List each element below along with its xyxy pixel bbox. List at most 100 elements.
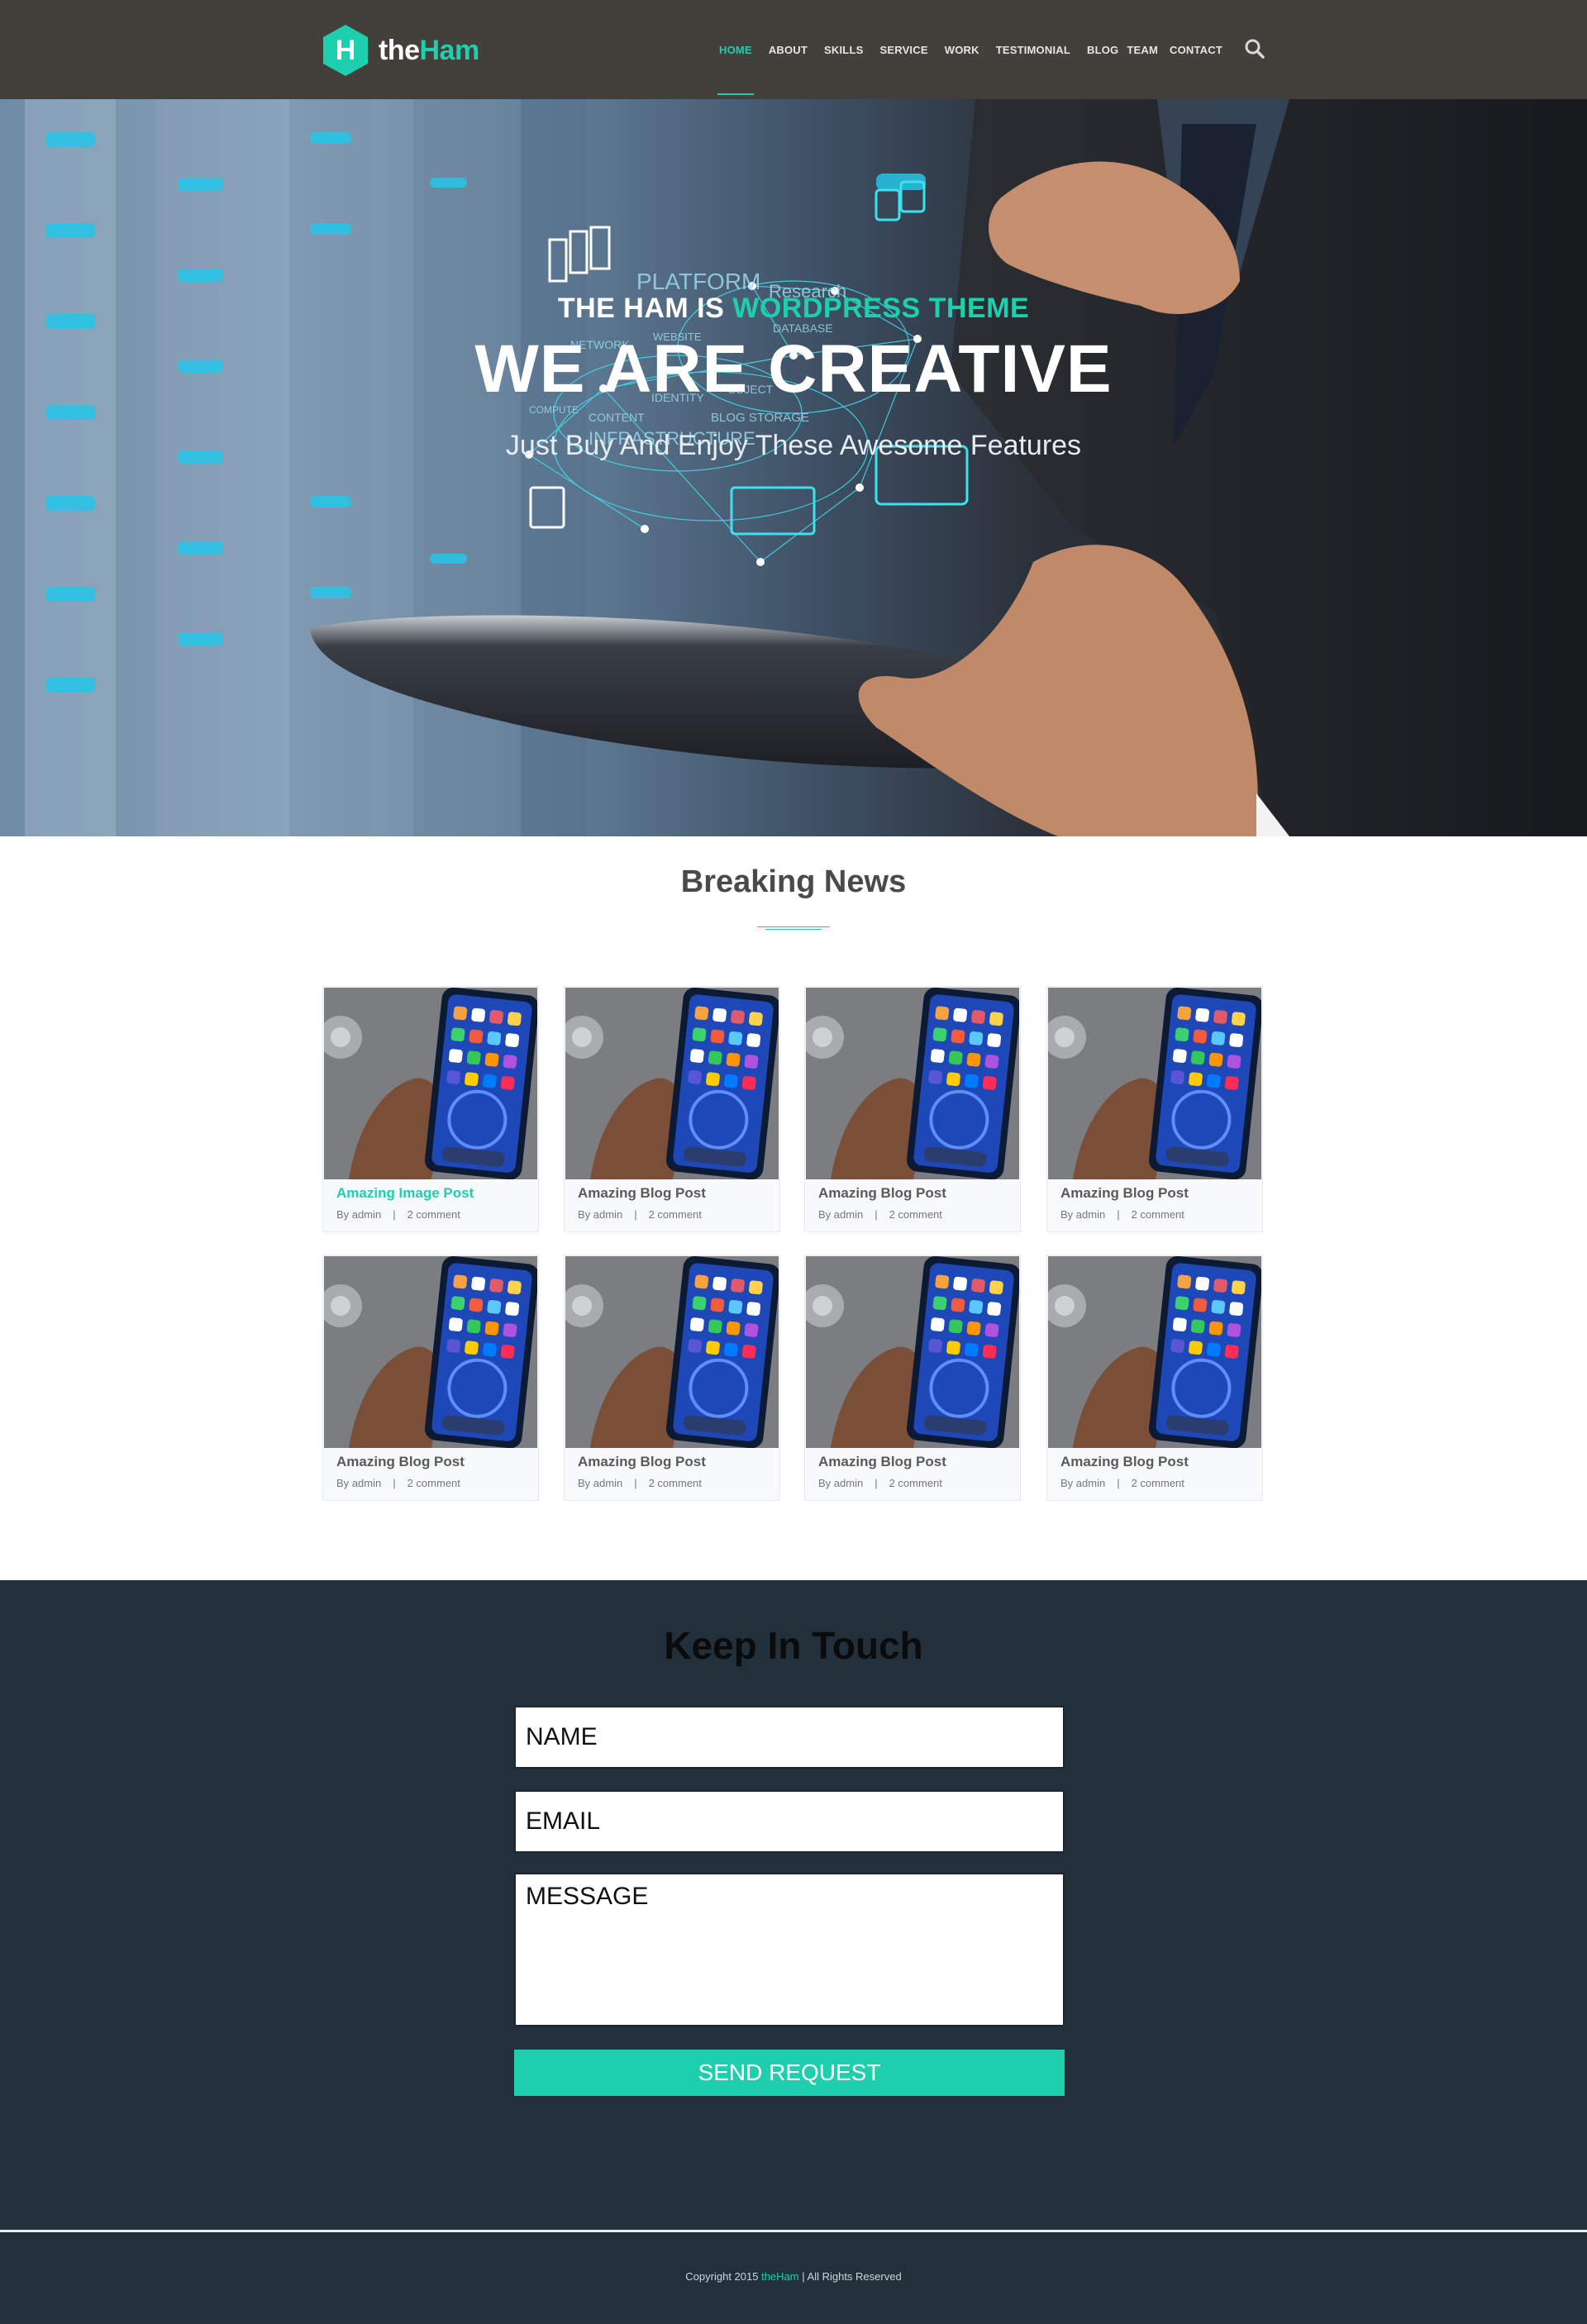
post-title[interactable]: Amazing Blog Post <box>578 1454 706 1470</box>
post-title[interactable]: Amazing Blog Post <box>1060 1454 1189 1470</box>
hero-subtitle: Just Buy And Enjoy These Awesome Feature… <box>505 430 1082 461</box>
post-author[interactable]: By admin <box>578 1477 622 1489</box>
meta-separator: | <box>393 1208 396 1221</box>
post-author[interactable]: By admin <box>818 1208 863 1221</box>
post-comments-link[interactable]: 2 comment <box>649 1477 702 1489</box>
meta-separator: | <box>875 1208 878 1221</box>
post-title[interactable]: Amazing Blog Post <box>1060 1185 1189 1202</box>
post-thumbnail-image <box>1048 1256 1261 1448</box>
hero-banner: PLATFORM Research NETWORK WEBSITE DATABA… <box>0 99 1587 836</box>
meta-separator: | <box>634 1208 637 1221</box>
post-thumbnail-image <box>565 1256 779 1448</box>
post-thumbnail[interactable] <box>806 1256 1019 1448</box>
post-thumbnail[interactable] <box>565 1256 779 1448</box>
message-field[interactable] <box>514 1873 1065 2026</box>
contact-title: Keep In Touch <box>664 1624 923 1667</box>
post-author[interactable]: By admin <box>1060 1208 1105 1221</box>
meta-separator: | <box>634 1477 637 1489</box>
main-nav: HOME ABOUT SKILLS SERVICE WORK TESTIMONI… <box>717 0 1239 99</box>
logo-text-prefix: the <box>379 34 420 66</box>
post-comments-link[interactable]: 2 comment <box>649 1208 702 1221</box>
post-comments-link[interactable]: 2 comment <box>1132 1477 1184 1489</box>
logo-hexagon-icon: H <box>323 25 368 76</box>
post-title[interactable]: Amazing Blog Post <box>578 1185 706 1202</box>
post-thumbnail[interactable] <box>806 988 1019 1179</box>
post-thumbnail-image <box>324 1256 537 1448</box>
post-comments-link[interactable]: 2 comment <box>889 1208 942 1221</box>
post-thumbnail[interactable] <box>1048 1256 1261 1448</box>
post-author[interactable]: By admin <box>336 1208 381 1221</box>
copyright-prefix: Copyright 2015 <box>685 2270 759 2283</box>
news-card[interactable]: Amazing Blog Post By admin | 2 comment <box>564 986 780 1232</box>
news-card[interactable]: Amazing Blog Post By admin | 2 comment <box>322 1255 539 1501</box>
send-request-button[interactable]: SEND REQUEST <box>514 2050 1065 2096</box>
post-meta: By admin | 2 comment <box>818 1208 942 1221</box>
news-card[interactable]: Amazing Blog Post By admin | 2 comment <box>804 1255 1021 1501</box>
news-card[interactable]: Amazing Blog Post By admin | 2 comment <box>1046 986 1263 1232</box>
post-title[interactable]: Amazing Blog Post <box>818 1185 946 1202</box>
post-title[interactable]: Amazing Blog Post <box>336 1454 465 1470</box>
site-header: H theHam HOME ABOUT SKILLS SERVICE WORK … <box>0 0 1587 99</box>
post-thumbnail-image <box>565 988 779 1179</box>
post-thumbnail[interactable] <box>1048 988 1261 1179</box>
post-comments-link[interactable]: 2 comment <box>407 1208 460 1221</box>
graphic-word: CONTENT <box>589 411 645 424</box>
hero-background-image: PLATFORM Research NETWORK WEBSITE DATABA… <box>25 99 1587 836</box>
footer-brand-link[interactable]: theHam <box>761 2270 799 2283</box>
hero-eyebrow: THE HAM IS WORDPRESS THEME <box>0 293 1587 325</box>
logo-letter: H <box>336 35 356 66</box>
nav-item-blog[interactable]: BLOG <box>1087 44 1118 56</box>
post-author[interactable]: By admin <box>818 1477 863 1489</box>
post-meta: By admin | 2 comment <box>336 1208 460 1221</box>
graphic-word: BLOG STORAGE <box>711 411 809 425</box>
meta-separator: | <box>875 1477 878 1489</box>
news-card[interactable]: Amazing Blog Post By admin | 2 comment <box>564 1255 780 1501</box>
graphic-word: PLATFORM <box>636 269 760 294</box>
post-meta: By admin | 2 comment <box>1060 1477 1184 1489</box>
site-footer: Copyright 2015 theHam | All Rights Reser… <box>0 2232 1587 2324</box>
post-thumbnail-image <box>806 1256 1019 1448</box>
hero-title: WE ARE CREATIVE <box>474 331 1113 407</box>
nav-item-service[interactable]: SERVICE <box>879 44 927 56</box>
post-title[interactable]: Amazing Image Post <box>336 1185 474 1202</box>
post-meta: By admin | 2 comment <box>1060 1208 1184 1221</box>
logo-text-name: Ham <box>419 34 480 66</box>
post-comments-link[interactable]: 2 comment <box>1132 1208 1184 1221</box>
post-meta: By admin | 2 comment <box>336 1477 460 1489</box>
email-field[interactable] <box>514 1790 1065 1853</box>
meta-separator: | <box>393 1477 396 1489</box>
post-meta: By admin | 2 comment <box>578 1208 702 1221</box>
nav-item-home[interactable]: HOME <box>717 44 754 95</box>
search-icon[interactable] <box>1244 38 1265 60</box>
name-field[interactable] <box>514 1706 1065 1769</box>
nav-item-team[interactable]: TEAM <box>1127 44 1158 56</box>
copyright-text: Copyright 2015 theHam | All Rights Reser… <box>0 2270 1587 2283</box>
news-card[interactable]: Amazing Image Post By admin | 2 comment <box>322 986 539 1232</box>
post-author[interactable]: By admin <box>1060 1477 1105 1489</box>
post-thumbnail-image <box>324 988 537 1179</box>
hero-eyebrow-white: THE HAM IS <box>557 293 725 324</box>
nav-item-testimonial[interactable]: TESTIMONIAL <box>996 44 1070 56</box>
post-title[interactable]: Amazing Blog Post <box>818 1454 946 1470</box>
nav-item-skills[interactable]: SKILLS <box>824 44 863 56</box>
hero-eyebrow-accent: WORDPRESS THEME <box>732 293 1030 324</box>
post-thumbnail[interactable] <box>565 988 779 1179</box>
post-thumbnail[interactable] <box>324 988 537 1179</box>
logo-text: theHam <box>379 35 479 67</box>
post-thumbnail[interactable] <box>324 1256 537 1448</box>
post-comments-link[interactable]: 2 comment <box>889 1477 942 1489</box>
logo[interactable]: H theHam <box>321 23 479 78</box>
post-thumbnail-image <box>806 988 1019 1179</box>
post-author[interactable]: By admin <box>578 1208 622 1221</box>
nav-item-work[interactable]: WORK <box>945 44 979 56</box>
post-thumbnail-image <box>1048 988 1261 1179</box>
nav-item-contact[interactable]: CONTACT <box>1170 44 1222 56</box>
copyright-suffix: | All Rights Reserved <box>802 2270 902 2283</box>
news-card[interactable]: Amazing Blog Post By admin | 2 comment <box>1046 1255 1263 1501</box>
post-comments-link[interactable]: 2 comment <box>407 1477 460 1489</box>
news-card[interactable]: Amazing Blog Post By admin | 2 comment <box>804 986 1021 1232</box>
nav-item-about[interactable]: ABOUT <box>769 44 808 56</box>
post-author[interactable]: By admin <box>336 1477 381 1489</box>
news-section-title: Breaking News <box>680 864 907 899</box>
meta-separator: | <box>1117 1208 1120 1221</box>
